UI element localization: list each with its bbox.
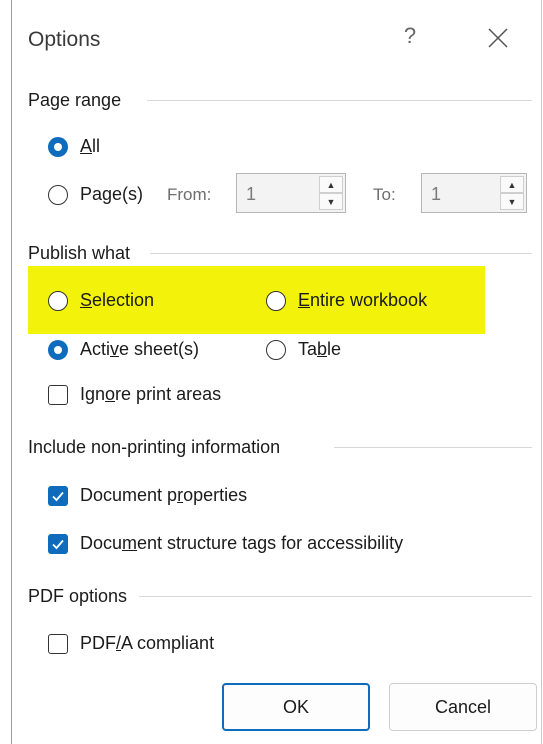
triangle-down-icon: ▼ (326, 196, 336, 207)
radio-table-label[interactable]: Table (298, 339, 341, 360)
title-bar: Options ? (12, 0, 541, 76)
from-decrement-button[interactable]: ▼ (319, 193, 343, 210)
to-spinner[interactable]: 1 ▲ ▼ (421, 173, 527, 213)
from-spinner-arrows: ▲ ▼ (319, 176, 343, 210)
dialog-title: Options (28, 28, 101, 51)
triangle-up-icon: ▲ (326, 179, 336, 190)
triangle-up-icon: ▲ (507, 179, 517, 190)
checkbox-pdfa-compliant-label[interactable]: PDF/A compliant (80, 633, 214, 654)
to-spinner-arrows: ▲ ▼ (500, 176, 524, 210)
checkbox-document-properties[interactable] (48, 486, 68, 506)
help-icon: ? (403, 23, 417, 48)
radio-all[interactable] (48, 137, 68, 157)
from-increment-button[interactable]: ▲ (319, 176, 343, 193)
checkbox-pdfa-compliant[interactable] (48, 634, 68, 654)
checkbox-ignore-print-areas[interactable] (48, 385, 68, 405)
radio-pages-label[interactable]: Page(s) (80, 184, 143, 205)
from-spinner[interactable]: 1 ▲ ▼ (236, 173, 346, 213)
ok-button[interactable]: OK (222, 683, 370, 731)
cancel-button[interactable]: Cancel (389, 683, 537, 731)
page-range-group-label: Page range (28, 90, 122, 110)
checkbox-structure-tags[interactable] (48, 534, 68, 554)
checkbox-document-properties-label[interactable]: Document properties (80, 485, 247, 506)
non-printing-group-label: Include non-printing information (28, 437, 281, 457)
radio-table[interactable] (266, 340, 286, 360)
help-button[interactable]: ? (390, 16, 430, 56)
radio-selection-label[interactable]: Selection (80, 290, 154, 311)
from-value: 1 (246, 184, 257, 204)
checkbox-ignore-print-areas-label[interactable]: Ignore print areas (80, 384, 221, 405)
publish-what-group-label: Publish what (28, 243, 131, 263)
pdf-options-group-label: PDF options (28, 586, 128, 606)
publish-what-divider (150, 253, 532, 254)
radio-pages[interactable] (48, 185, 68, 205)
radio-active-sheets-label[interactable]: Active sheet(s) (80, 339, 199, 360)
pdf-options-divider (139, 596, 532, 597)
non-printing-divider (334, 447, 532, 448)
close-button[interactable] (478, 18, 518, 58)
to-label: To: (373, 185, 396, 204)
page-range-divider (147, 100, 532, 101)
radio-entire-workbook-label[interactable]: Entire workbook (298, 290, 427, 311)
radio-all-label[interactable]: All (80, 136, 100, 157)
radio-selection[interactable] (48, 291, 68, 311)
from-label: From: (167, 185, 212, 204)
to-value: 1 (431, 184, 442, 204)
close-icon (488, 28, 508, 48)
radio-active-sheets[interactable] (48, 340, 68, 360)
to-increment-button[interactable]: ▲ (500, 176, 524, 193)
to-decrement-button[interactable]: ▼ (500, 193, 524, 210)
triangle-down-icon: ▼ (507, 196, 517, 207)
checkbox-structure-tags-label[interactable]: Document structure tags for accessibilit… (80, 533, 403, 554)
checkmark-icon (52, 539, 64, 550)
options-dialog: Options ? Page range All Page(s) From: 1… (11, 0, 542, 744)
radio-entire-workbook[interactable] (266, 291, 286, 311)
checkmark-icon (52, 491, 64, 502)
